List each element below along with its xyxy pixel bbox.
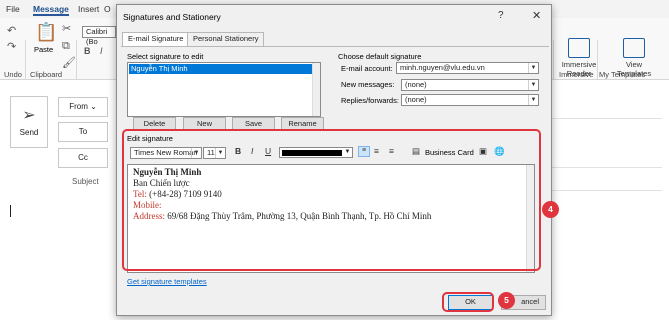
email-account-dropdown[interactable]: minh.nguyen@vlu.edu.vn ▼ xyxy=(396,62,539,74)
new-messages-label: New messages: xyxy=(341,80,395,89)
new-messages-dropdown[interactable]: (none) ▼ xyxy=(401,79,539,91)
templates-link[interactable]: Get signature templates xyxy=(127,277,207,286)
body-text-cursor[interactable] xyxy=(10,205,11,217)
menu-file[interactable]: File xyxy=(6,4,20,14)
scrollbar[interactable] xyxy=(312,63,320,116)
paste-icon[interactable]: 📋 xyxy=(35,22,57,43)
chevron-down-icon: ▼ xyxy=(528,80,538,90)
subject-field-line xyxy=(552,190,662,191)
menu-options[interactable]: O xyxy=(104,4,111,14)
undo-icon[interactable]: ↶ xyxy=(7,24,16,37)
email-account-label: E-mail account: xyxy=(341,64,393,73)
my-templates-group-label: My Templates xyxy=(599,70,646,79)
subject-label: Subject xyxy=(72,177,99,186)
choose-default-label: Choose default signature xyxy=(338,52,422,61)
immersive-group-label: Immersive xyxy=(559,70,594,79)
cut-icon[interactable]: ✂ xyxy=(62,22,71,35)
select-signature-label: Select signature to edit xyxy=(127,52,204,61)
menu-message[interactable]: Message xyxy=(33,4,69,16)
cc-button[interactable]: Cc xyxy=(58,148,108,168)
step-badge-5: 5 xyxy=(498,292,515,309)
chevron-down-icon: ▼ xyxy=(528,95,538,105)
clipboard-group-label: Clipboard xyxy=(30,70,63,79)
edit-signature-highlight xyxy=(122,129,541,271)
list-item[interactable]: Nguyễn Thị Minh xyxy=(129,64,317,74)
chevron-down-icon: ▼ xyxy=(528,63,538,73)
paste-label[interactable]: Paste xyxy=(34,45,53,54)
replies-value: (none) xyxy=(405,95,427,104)
chevron-down-icon: ⌄ xyxy=(90,102,97,111)
tab-email-signature[interactable]: E-mail Signature xyxy=(122,32,190,47)
ribbon-font-value: Calibri (Bo xyxy=(86,27,108,46)
ribbon-font-dropdown[interactable]: Calibri (Bo xyxy=(82,26,116,46)
dialog-title: Signatures and Stationery xyxy=(123,12,221,22)
signature-list[interactable]: Nguyễn Thị Minh xyxy=(127,62,321,117)
tab-personal-stationery[interactable]: Personal Stationery xyxy=(187,32,265,46)
redo-icon[interactable]: ↷ xyxy=(7,40,16,53)
replies-dropdown[interactable]: (none) ▼ xyxy=(401,94,539,106)
send-label: Send xyxy=(19,128,39,137)
to-button[interactable]: To xyxy=(58,122,108,142)
menu-insert[interactable]: Insert xyxy=(78,4,99,14)
from-label: From xyxy=(69,102,88,111)
cc-field-line xyxy=(552,167,662,168)
ribbon-italic-icon[interactable]: I xyxy=(100,46,103,56)
email-account-value: minh.nguyen@vlu.edu.vn xyxy=(400,63,485,72)
help-icon[interactable]: ? xyxy=(498,10,504,21)
close-icon[interactable]: ✕ xyxy=(532,9,541,22)
ribbon-bold-icon[interactable]: B xyxy=(84,46,91,56)
replies-label: Replies/forwards: xyxy=(341,96,399,105)
copy-icon[interactable]: ⧉ xyxy=(62,40,70,53)
format-painter-icon[interactable]: 🖌 xyxy=(62,56,76,69)
new-messages-value: (none) xyxy=(405,80,427,89)
send-icon: ➢ xyxy=(22,107,36,124)
cc-label: Cc xyxy=(78,153,88,162)
templates-icon xyxy=(623,38,645,58)
immersive-reader-icon xyxy=(568,38,590,58)
from-button[interactable]: From ⌄ xyxy=(58,97,108,117)
to-field-line xyxy=(552,118,662,119)
to-label: To xyxy=(78,127,88,136)
send-button[interactable]: ➢ Send xyxy=(10,96,48,148)
step-badge-4: 4 xyxy=(542,201,559,218)
undo-group-label: Undo xyxy=(4,70,22,79)
ok-button-highlight xyxy=(442,292,494,312)
